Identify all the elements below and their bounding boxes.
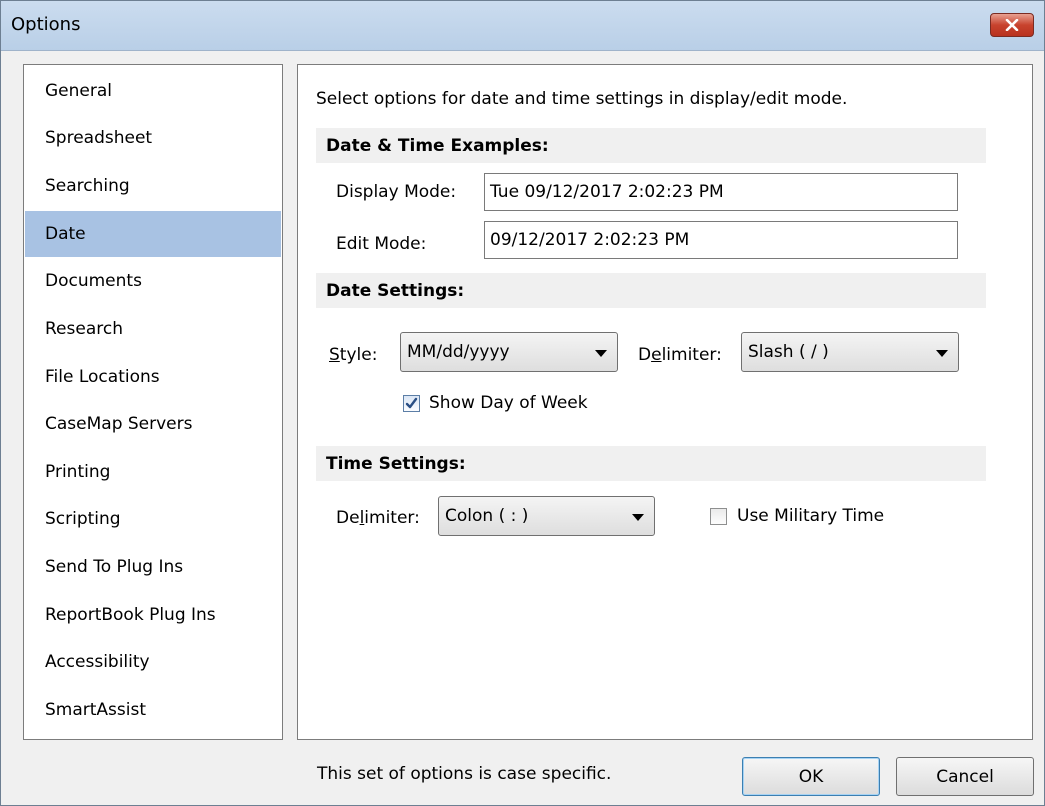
style-label-text: tyle:	[339, 345, 378, 365]
close-button[interactable]	[990, 13, 1034, 37]
options-dialog: Options General Spreadsheet Searching Da…	[0, 0, 1045, 806]
sidebar-item-scripting[interactable]: Scripting	[25, 496, 281, 542]
section-header-time-settings: Time Settings:	[316, 446, 986, 481]
sidebar-item-label: Accessibility	[45, 652, 150, 672]
show-day-of-week-checkbox[interactable]	[403, 395, 420, 412]
sidebar-item-label: Research	[45, 319, 123, 339]
sidebar-item-printing[interactable]: Printing	[25, 449, 281, 495]
title-bar[interactable]: Options	[1, 1, 1044, 51]
sidebar-item-searching[interactable]: Searching	[25, 163, 281, 209]
time-delimiter-label-pre: De	[336, 508, 360, 528]
sidebar-item-label: Searching	[45, 176, 130, 196]
sidebar-item-accessibility[interactable]: Accessibility	[25, 639, 281, 685]
sidebar-item-file-locations[interactable]: File Locations	[25, 354, 281, 400]
sidebar-item-spreadsheet[interactable]: Spreadsheet	[25, 115, 281, 161]
window-title: Options	[11, 14, 81, 35]
sidebar-item-date[interactable]: Date	[25, 211, 281, 257]
sidebar-item-label: SmartAssist	[45, 700, 147, 720]
use-military-time-checkbox[interactable]	[710, 508, 727, 525]
sidebar-item-label: CaseMap Servers	[45, 414, 193, 434]
use-military-time-label[interactable]: Use Military Time	[737, 506, 884, 526]
time-delimiter-dropdown[interactable]: Colon ( : )	[438, 496, 655, 536]
delimiter-label-rest: limiter:	[661, 345, 722, 365]
panel-description: Select options for date and time setting…	[316, 89, 848, 109]
sidebar-item-label: General	[45, 81, 112, 101]
sidebar-item-label: Scripting	[45, 509, 121, 529]
delimiter-access-key: e	[651, 345, 662, 365]
case-specific-note: This set of options is case specific.	[317, 764, 612, 784]
sidebar-item-label: Printing	[45, 462, 111, 482]
sidebar-item-label: ReportBook Plug Ins	[45, 605, 216, 625]
sidebar-item-label: Spreadsheet	[45, 128, 153, 148]
display-mode-label: Display Mode:	[336, 182, 457, 202]
sidebar-item-smartassist[interactable]: SmartAssist	[25, 687, 281, 733]
chevron-down-icon	[632, 514, 644, 521]
sidebar-item-send-to-plug-ins[interactable]: Send To Plug Ins	[25, 544, 281, 590]
sidebar-item-casemap-servers[interactable]: CaseMap Servers	[25, 401, 281, 447]
section-header-date-settings: Date Settings:	[316, 273, 986, 308]
section-header-examples: Date & Time Examples:	[316, 128, 986, 163]
delimiter-label-pre: D	[638, 345, 652, 365]
date-style-label: Style:	[329, 345, 377, 365]
date-delimiter-value: Slash ( / )	[748, 342, 829, 362]
date-style-value: MM/dd/yyyy	[407, 342, 510, 362]
sidebar-item-general[interactable]: General	[25, 68, 281, 114]
checkmark-icon	[405, 397, 418, 409]
sidebar-item-label: Documents	[45, 271, 142, 291]
close-icon	[1005, 19, 1019, 31]
sidebar-item-label: Send To Plug Ins	[45, 557, 184, 577]
edit-mode-field[interactable]: 09/12/2017 2:02:23 PM	[484, 221, 958, 259]
date-delimiter-dropdown[interactable]: Slash ( / )	[741, 332, 959, 372]
time-delimiter-label: Delimiter:	[336, 508, 420, 528]
sidebar-item-documents[interactable]: Documents	[25, 258, 281, 304]
time-delimiter-value: Colon ( : )	[445, 506, 529, 526]
date-delimiter-label: Delimiter:	[638, 345, 722, 365]
chevron-down-icon	[595, 350, 607, 357]
sidebar-item-reportbook-plug-ins[interactable]: ReportBook Plug Ins	[25, 592, 281, 638]
date-options-panel: Select options for date and time setting…	[297, 64, 1033, 740]
show-day-of-week-label[interactable]: Show Day of Week	[429, 393, 588, 413]
chevron-down-icon	[936, 350, 948, 357]
display-mode-field[interactable]: Tue 09/12/2017 2:02:23 PM	[484, 173, 958, 211]
sidebar-item-label: Date	[45, 224, 86, 244]
sidebar-item-research[interactable]: Research	[25, 306, 281, 352]
time-delimiter-label-rest: imiter:	[364, 508, 420, 528]
options-category-list[interactable]: General Spreadsheet Searching Date Docum…	[23, 64, 283, 740]
date-style-dropdown[interactable]: MM/dd/yyyy	[400, 332, 618, 372]
edit-mode-label: Edit Mode:	[336, 234, 427, 254]
sidebar-item-label: File Locations	[45, 367, 160, 387]
ok-button[interactable]: OK	[742, 757, 880, 796]
cancel-button[interactable]: Cancel	[896, 757, 1034, 796]
style-access-key: S	[329, 345, 340, 365]
